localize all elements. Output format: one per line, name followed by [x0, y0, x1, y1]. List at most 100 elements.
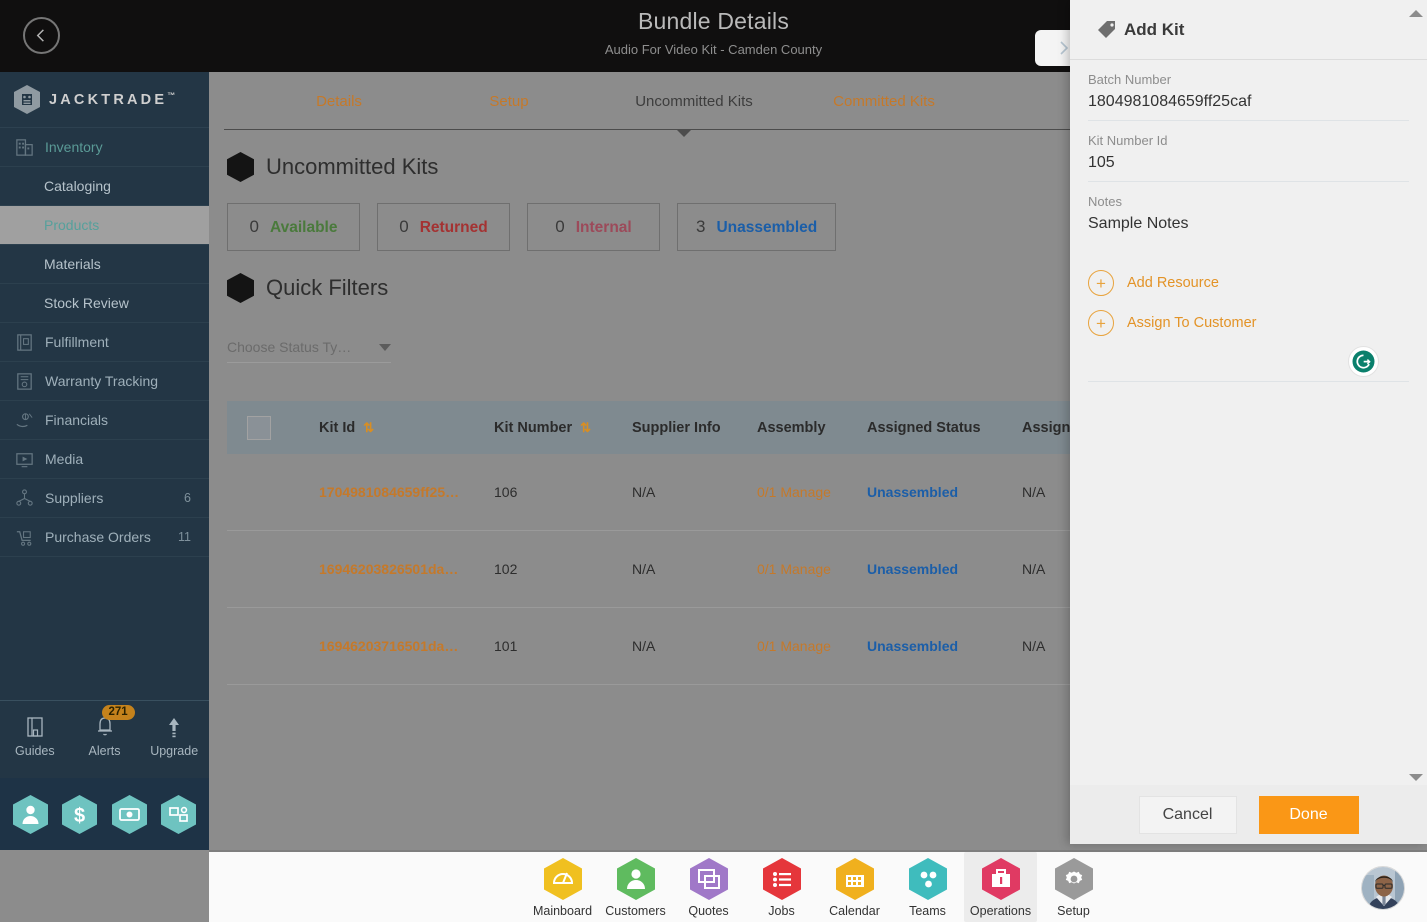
jacktrade-hex-icon — [14, 85, 40, 114]
bottom-nav-setup[interactable]: Setup — [1037, 852, 1110, 922]
payment-hex-icon[interactable] — [111, 794, 147, 834]
cell-assembly[interactable]: 0/1 Manage — [757, 638, 867, 654]
bottom-nav-mainboard[interactable]: Mainboard — [526, 852, 599, 922]
scroll-down-icon[interactable] — [1407, 773, 1425, 783]
add-resource-button[interactable]: + Add Resource — [1088, 270, 1409, 296]
sidebar-item-label: Suppliers — [45, 490, 104, 506]
cell-kit-number: 106 — [494, 484, 518, 500]
alerts-button[interactable]: 271 Alerts — [70, 704, 140, 758]
bottom-nav-label: Setup — [1057, 904, 1090, 918]
sidebar-item-materials[interactable]: Materials — [0, 245, 209, 284]
status-card-unassembled[interactable]: 3 Unassembled — [677, 203, 837, 251]
cancel-button[interactable]: Cancel — [1138, 795, 1237, 834]
sidebar-item-label: Products — [44, 217, 100, 233]
scroll-up-icon[interactable] — [1407, 8, 1425, 18]
cell-kit-id[interactable]: 1704981084659ff25… — [319, 484, 494, 500]
utility-label: Guides — [15, 743, 55, 758]
cell-assigned-status[interactable]: Unassembled — [867, 638, 1022, 654]
user-avatar[interactable] — [1361, 866, 1405, 910]
guides-button[interactable]: Guides — [0, 716, 70, 758]
media-icon — [16, 452, 33, 467]
jobs-icon — [762, 858, 801, 900]
section-title: Uncommitted Kits — [266, 154, 439, 179]
tab-setup[interactable]: Setup — [419, 93, 599, 110]
bottom-nav-label: Quotes — [688, 904, 729, 918]
setup-icon — [1054, 858, 1093, 900]
field-batch-number[interactable]: Batch Number 1804981084659ff25caf — [1088, 60, 1409, 121]
sort-icon[interactable]: ⇅ — [580, 420, 591, 436]
brand-name: JACKTRADE — [49, 91, 168, 108]
tab-committed-kits[interactable]: Committed Kits — [789, 93, 979, 110]
done-button[interactable]: Done — [1258, 795, 1359, 834]
field-value[interactable]: 105 — [1088, 154, 1409, 172]
brand-logo[interactable]: JACKTRADE™ — [0, 72, 209, 128]
sidebar-item-warranty-tracking[interactable]: Warranty Tracking — [0, 362, 209, 401]
cell-supplier-info: N/A — [632, 561, 656, 577]
panel-header: Add Kit — [1070, 0, 1427, 60]
upgrade-button[interactable]: Upgrade — [139, 716, 209, 758]
book-icon — [27, 716, 43, 737]
status-count: 0 — [399, 217, 409, 236]
back-button[interactable] — [23, 17, 60, 54]
sidebar-item-cataloging[interactable]: Cataloging — [0, 167, 209, 206]
section-title: Quick Filters — [266, 275, 389, 300]
cell-assembly[interactable]: 0/1 Manage — [757, 484, 867, 500]
select-all-cell[interactable] — [227, 415, 319, 440]
field-value[interactable]: 1804981084659ff25caf — [1088, 93, 1409, 111]
chevron-left-icon — [36, 29, 44, 42]
column-header-assigned-status: Assigned Status — [867, 419, 981, 436]
cell-kit-id[interactable]: 16946203826501da… — [319, 561, 494, 577]
status-card-available[interactable]: 0 Available — [227, 203, 360, 251]
status-label: Returned — [419, 219, 488, 236]
sidebar-item-inventory[interactable]: Inventory — [0, 128, 209, 167]
select-all-checkbox[interactable] — [247, 415, 271, 440]
notes-divider — [1088, 381, 1409, 382]
column-header-kit-id: Kit Id — [319, 419, 356, 436]
sidebar-quick-actions: $ — [0, 778, 209, 850]
status-label: Internal — [575, 219, 632, 236]
workflow-hex-icon[interactable] — [160, 794, 196, 834]
bottom-nav-quotes[interactable]: Quotes — [672, 852, 745, 922]
sidebar-item-label: Inventory — [45, 139, 103, 155]
field-value[interactable]: Sample Notes — [1088, 215, 1409, 233]
cell-assigned-status[interactable]: Unassembled — [867, 484, 1022, 500]
dollar-hex-icon[interactable]: $ — [62, 794, 98, 834]
user-hex-icon[interactable] — [13, 794, 49, 834]
panel-footer: Cancel Done — [1070, 785, 1427, 844]
operations-icon — [981, 858, 1020, 900]
add-kit-panel: Add Kit Batch Number 1804981084659ff25ca… — [1070, 0, 1427, 844]
bottom-nav-calendar[interactable]: Calendar — [818, 852, 891, 922]
bottom-nav-customers[interactable]: Customers — [599, 852, 672, 922]
cell-kit-id[interactable]: 16946203716501da… — [319, 638, 494, 654]
panel-scrollbar[interactable] — [1407, 8, 1425, 783]
grammarly-icon[interactable] — [1348, 346, 1379, 377]
sidebar-item-label: Stock Review — [44, 295, 129, 311]
chevron-right-icon — [1060, 41, 1069, 55]
cell-assigned-status[interactable]: Unassembled — [867, 561, 1022, 577]
tab-details[interactable]: Details — [259, 93, 419, 110]
bottom-nav-teams[interactable]: Teams — [891, 852, 964, 922]
tab-uncommitted-kits[interactable]: Uncommitted Kits — [599, 93, 789, 110]
cell-assembly[interactable]: 0/1 Manage — [757, 561, 867, 577]
sidebar-item-products[interactable]: Products — [0, 206, 209, 245]
sidebar-item-fulfillment[interactable]: Fulfillment — [0, 323, 209, 362]
sidebar-item-media[interactable]: Media — [0, 440, 209, 479]
status-card-returned[interactable]: 0 Returned — [377, 203, 510, 251]
status-type-select[interactable]: Choose Status Ty… — [227, 339, 391, 363]
sort-icon[interactable]: ⇅ — [363, 420, 374, 436]
sidebar-item-stock-review[interactable]: Stock Review — [0, 284, 209, 323]
sidebar-item-financials[interactable]: Financials — [0, 401, 209, 440]
tag-icon — [1098, 20, 1115, 38]
column-header-assembly: Assembly — [757, 419, 826, 436]
assign-to-customer-button[interactable]: + Assign To Customer — [1088, 310, 1409, 336]
sidebar-item-suppliers[interactable]: Suppliers 6 — [0, 479, 209, 518]
column-header-supplier-info: Supplier Info — [632, 419, 721, 436]
bottom-nav-operations[interactable]: Operations — [964, 852, 1037, 922]
field-kit-number-id[interactable]: Kit Number Id 105 — [1088, 121, 1409, 182]
status-card-internal[interactable]: 0 Internal — [527, 203, 660, 251]
cell-kit-number: 101 — [494, 638, 518, 654]
sidebar-item-purchase-orders[interactable]: Purchase Orders 11 — [0, 518, 209, 557]
bottom-nav-jobs[interactable]: Jobs — [745, 852, 818, 922]
quotes-icon — [689, 858, 728, 900]
field-notes[interactable]: Notes Sample Notes — [1088, 182, 1409, 242]
